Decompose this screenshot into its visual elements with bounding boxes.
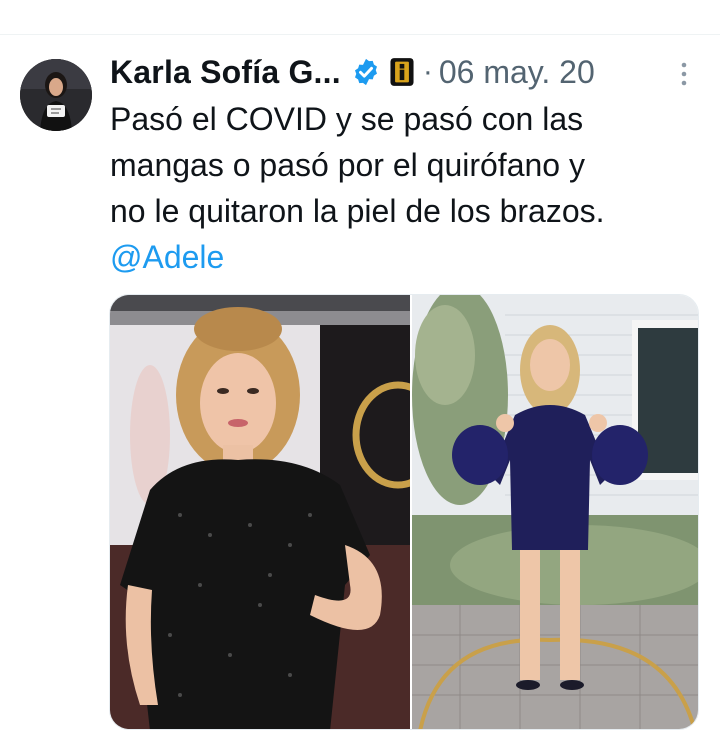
separator-dot: · — [422, 55, 433, 88]
tweet-text-line: no le quitaron la piel de los brazos. — [110, 193, 605, 229]
tweet-text: Pasó el COVID y se pasó con las mangas o… — [110, 96, 700, 280]
verified-badge-icon[interactable] — [351, 57, 381, 87]
more-options-icon[interactable] — [676, 60, 692, 88]
author-avatar[interactable] — [20, 59, 92, 131]
tweet-header: Karla Sofía G... · 06 may. 20 — [110, 50, 595, 94]
mention-link[interactable]: @Adele — [110, 239, 224, 275]
tweet-text-line: mangas o pasó por el quirófano y — [110, 147, 585, 183]
woman-black-dress-photo[interactable] — [110, 295, 444, 730]
media-collage — [110, 295, 699, 730]
avatar-image — [20, 59, 92, 131]
top-divider — [0, 34, 720, 35]
tweet-timestamp[interactable]: 06 may. 20 — [439, 54, 595, 91]
tweet-text-line: Pasó el COVID y se pasó con las — [110, 101, 584, 137]
woman-blue-dress-photo[interactable] — [412, 295, 699, 730]
tweet-media[interactable] — [109, 294, 699, 730]
author-display-name[interactable]: Karla Sofía G... — [110, 54, 341, 91]
affiliate-badge-icon[interactable] — [389, 57, 415, 87]
